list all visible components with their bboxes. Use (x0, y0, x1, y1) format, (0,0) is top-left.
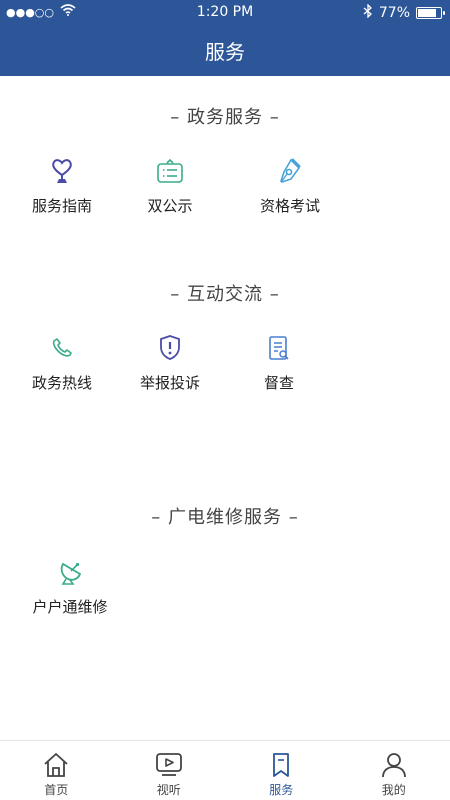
page-title: 服务 (205, 39, 245, 64)
document-search-icon (265, 334, 293, 362)
section-title-government-services: – 政务服务 – (170, 107, 280, 128)
report-complaint-label: 举报投诉 (139, 374, 200, 392)
heart-trophy-icon (48, 157, 76, 185)
tab-audio-video[interactable]: 视听 (113, 741, 226, 800)
user-icon (380, 751, 408, 779)
qualification-exam-label: 资格考试 (259, 197, 320, 215)
qualification-exam-button[interactable]: 资格考试 (235, 157, 345, 216)
tab-mine-label: 我的 (381, 783, 406, 797)
home-icon (42, 751, 70, 779)
battery-icon (416, 7, 445, 19)
shield-alert-icon (156, 334, 184, 362)
supervision-button[interactable]: 督查 (224, 334, 334, 393)
tab-services[interactable]: 服务 (225, 741, 338, 800)
pen-nib-icon (276, 157, 304, 185)
service-guide-label: 服务指南 (31, 197, 92, 215)
tab-home-label: 首页 (44, 783, 69, 797)
bottom-tab-bar: 首页 视听 服务 我的 (0, 740, 450, 800)
government-hotline-button[interactable]: 政务热线 (7, 334, 117, 393)
supervision-label: 督查 (263, 374, 294, 392)
tab-audio-video-label: 视听 (156, 783, 181, 797)
satellite-repair-button[interactable]: 户户通维修 (15, 558, 125, 617)
tab-home[interactable]: 首页 (0, 741, 113, 800)
satellite-repair-label: 户户通维修 (32, 598, 108, 616)
government-hotline-label: 政务热线 (31, 374, 92, 392)
service-guide-button[interactable]: 服务指南 (7, 157, 117, 216)
tab-services-label: 服务 (269, 783, 294, 797)
double-publicity-label: 双公示 (147, 197, 193, 215)
section-title-interaction: – 互动交流 – (170, 284, 280, 305)
nav-header: 服务 (0, 24, 450, 76)
bluetooth-icon (363, 3, 373, 22)
report-complaint-button[interactable]: 举报投诉 (115, 334, 225, 393)
battery-percent: 77% (378, 5, 410, 21)
bookmark-icon (267, 751, 295, 779)
tab-mine[interactable]: 我的 (338, 741, 450, 800)
double-publicity-button[interactable]: 双公示 (115, 157, 225, 216)
phone-icon (48, 334, 76, 362)
tv-play-icon (155, 751, 183, 779)
section-title-broadcast-repair: – 广电维修服务 – (151, 507, 299, 528)
satellite-dish-icon (56, 558, 84, 586)
status-bar: ●●●○○ 1:20 PM 77% (0, 0, 450, 24)
notice-board-icon (156, 157, 184, 185)
